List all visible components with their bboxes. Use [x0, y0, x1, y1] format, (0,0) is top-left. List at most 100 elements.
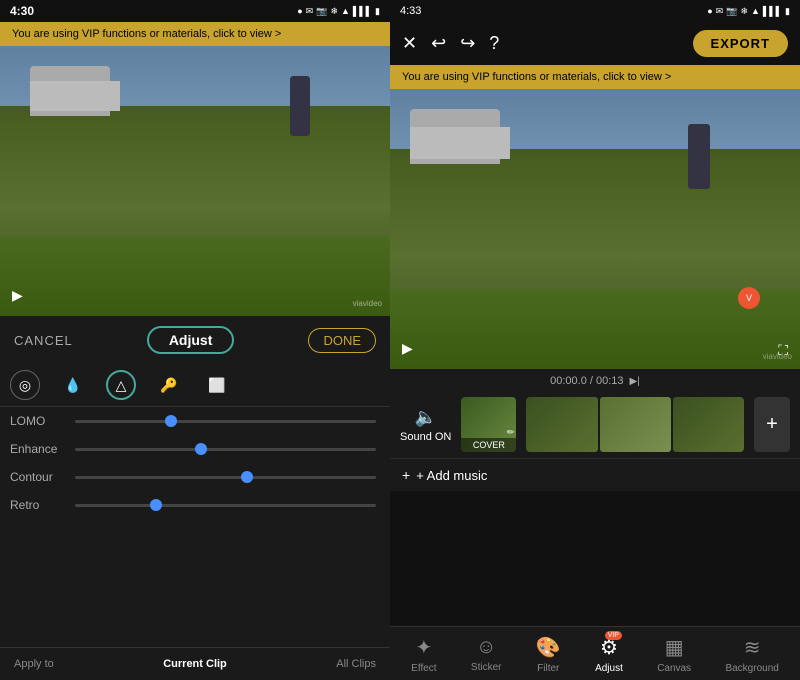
lomo-thumb[interactable]	[165, 415, 177, 427]
camera-icon: 📷	[316, 6, 327, 17]
apply-to-label: Apply to	[14, 658, 54, 670]
effect-icon: ✦	[415, 635, 432, 660]
sound-button[interactable]: 🔈 Sound ON	[400, 407, 451, 443]
export-button[interactable]: EXPORT	[693, 30, 788, 57]
add-music-bar[interactable]: + + Add music	[390, 458, 800, 491]
nav-item-sticker[interactable]: ☺ Sticker	[471, 636, 502, 673]
lomo-slider-row: LOMO	[0, 407, 390, 435]
timeline-bar: 00:00.0 / 00:13 ▶|	[390, 369, 800, 391]
left-status-bar: 4:30 ● ✉ 📷 ❄ ▲ ▌▌▌ ▮	[0, 0, 390, 22]
vip-text-left: You are using VIP functions or materials…	[12, 28, 281, 40]
contour-thumb[interactable]	[241, 471, 253, 483]
left-panel: 4:30 ● ✉ 📷 ❄ ▲ ▌▌▌ ▮ You are using VIP f…	[0, 0, 390, 680]
enhance-thumb[interactable]	[195, 443, 207, 455]
clip-segment-1[interactable]	[526, 397, 597, 452]
enhance-label: Enhance	[10, 442, 65, 456]
slider-table: LOMO Enhance Contour Retro	[0, 407, 390, 647]
enhance-slider-row: Enhance	[0, 435, 390, 463]
filter-icon: 🎨	[536, 635, 561, 660]
vip-banner-right[interactable]: You are using VIP functions or materials…	[390, 65, 800, 89]
filter-label: Filter	[537, 663, 559, 674]
contour-slider-row: Contour	[0, 463, 390, 491]
redo-button[interactable]: ↪	[460, 33, 475, 54]
retro-track[interactable]	[75, 504, 376, 507]
bluetooth-icon: ❄	[330, 6, 338, 17]
play-button-left[interactable]: ▶	[12, 287, 23, 304]
left-status-icons: ● ✉ 📷 ❄ ▲ ▌▌▌ ▮	[297, 6, 380, 17]
r-msg-icon: ✉	[716, 6, 724, 17]
r-battery-icon: ▮	[785, 6, 790, 17]
bottom-apply-bar: Apply to Current Clip All Clips	[0, 647, 390, 680]
canvas-icon: ▦	[665, 635, 684, 660]
nav-item-filter[interactable]: 🎨 Filter	[536, 635, 561, 674]
watermark-left: viavideo	[353, 299, 382, 308]
clip-segment-2[interactable]	[600, 397, 671, 452]
retro-slider-row: Retro	[0, 491, 390, 519]
vip-text-right: You are using VIP functions or materials…	[402, 71, 671, 83]
current-clip-button[interactable]: Current Clip	[163, 658, 227, 670]
all-clips-button[interactable]: All Clips	[336, 658, 376, 670]
right-status-bar: 4:33 ● ✉ 📷 ❄ ▲ ▌▌▌ ▮	[390, 0, 800, 22]
video-preview-right: ▶ viavideo V ⛶	[390, 89, 800, 369]
add-music-icon: +	[402, 467, 410, 483]
nav-item-effect[interactable]: ✦ Effect	[411, 635, 436, 674]
bottom-nav: ✦ Effect ☺ Sticker 🎨 Filter ⚙ VIP Adjust…	[390, 626, 800, 680]
filter-key-icon[interactable]: 🔑	[154, 370, 184, 400]
adjust-button[interactable]: Adjust	[147, 326, 235, 354]
lomo-label: LOMO	[10, 414, 65, 428]
contour-label: Contour	[10, 470, 65, 484]
retro-label: Retro	[10, 498, 65, 512]
filter-none-icon[interactable]: ◎	[10, 370, 40, 400]
retro-thumb[interactable]	[150, 499, 162, 511]
clip-segment-3[interactable]	[673, 397, 744, 452]
help-button[interactable]: ?	[489, 33, 499, 54]
toolbar-left-icons: ✕ ↩ ↪ ?	[402, 33, 499, 54]
vip-banner-left[interactable]: You are using VIP functions or materials…	[0, 22, 390, 46]
nav-item-adjust[interactable]: ⚙ VIP Adjust	[595, 635, 623, 674]
close-button[interactable]: ✕	[402, 33, 417, 54]
timeline-clips	[526, 397, 744, 452]
wifi-icon: ▲	[341, 6, 350, 16]
sticker-label: Sticker	[471, 662, 502, 673]
adjust-toolbar: CANCEL Adjust DONE	[0, 316, 390, 364]
right-time: 4:33	[400, 5, 421, 17]
top-toolbar-right: ✕ ↩ ↪ ? EXPORT	[390, 22, 800, 65]
done-button[interactable]: DONE	[308, 328, 376, 353]
fullscreen-button[interactable]: ⛶	[778, 342, 788, 359]
filter-icon-row: ◎ 💧 △ 🔑 ⬜	[0, 364, 390, 407]
add-clip-button[interactable]: +	[754, 397, 790, 452]
play-button-right[interactable]: ▶	[402, 340, 413, 357]
nav-item-background[interactable]: ≋ Background	[725, 635, 778, 674]
effect-label: Effect	[411, 663, 436, 674]
background-icon: ≋	[744, 635, 761, 660]
r-notif-icon: ●	[707, 6, 712, 16]
right-panel: 4:33 ● ✉ 📷 ❄ ▲ ▌▌▌ ▮ ✕ ↩ ↪ ? EXPORT You …	[390, 0, 800, 680]
vip-badge: VIP	[605, 631, 622, 640]
filter-extra-icon[interactable]: ⬜	[202, 370, 232, 400]
filter-triangle-icon[interactable]: △	[106, 370, 136, 400]
r-cam-icon: 📷	[726, 6, 737, 17]
cover-thumbnail[interactable]: COVER ✏	[461, 397, 516, 452]
contour-track[interactable]	[75, 476, 376, 479]
add-music-text: + Add music	[416, 468, 487, 483]
person-object-left	[290, 76, 310, 136]
battery-icon: ▮	[375, 6, 380, 17]
nav-item-canvas[interactable]: ▦ Canvas	[657, 635, 691, 674]
cover-label: COVER	[461, 438, 516, 452]
r-wifi-icon: ▲	[751, 6, 760, 16]
van-body-right	[410, 127, 510, 159]
message-icon: ✉	[306, 6, 314, 17]
lomo-track[interactable]	[75, 420, 376, 423]
sticker-icon: ☺	[476, 636, 496, 659]
notification-icon: ●	[297, 6, 302, 16]
enhance-track[interactable]	[75, 448, 376, 451]
r-bt-icon: ❄	[740, 6, 748, 17]
clip-area: 🔈 Sound ON COVER ✏ +	[390, 391, 800, 458]
cancel-button[interactable]: CANCEL	[14, 333, 73, 348]
undo-button[interactable]: ↩	[431, 33, 446, 54]
canvas-label: Canvas	[657, 663, 691, 674]
video-preview-left: ▶ viavideo	[0, 46, 390, 316]
filter-drop-icon[interactable]: 💧	[58, 370, 88, 400]
signal-icon: ▌▌▌	[353, 6, 372, 16]
sound-icon: 🔈	[414, 407, 436, 428]
